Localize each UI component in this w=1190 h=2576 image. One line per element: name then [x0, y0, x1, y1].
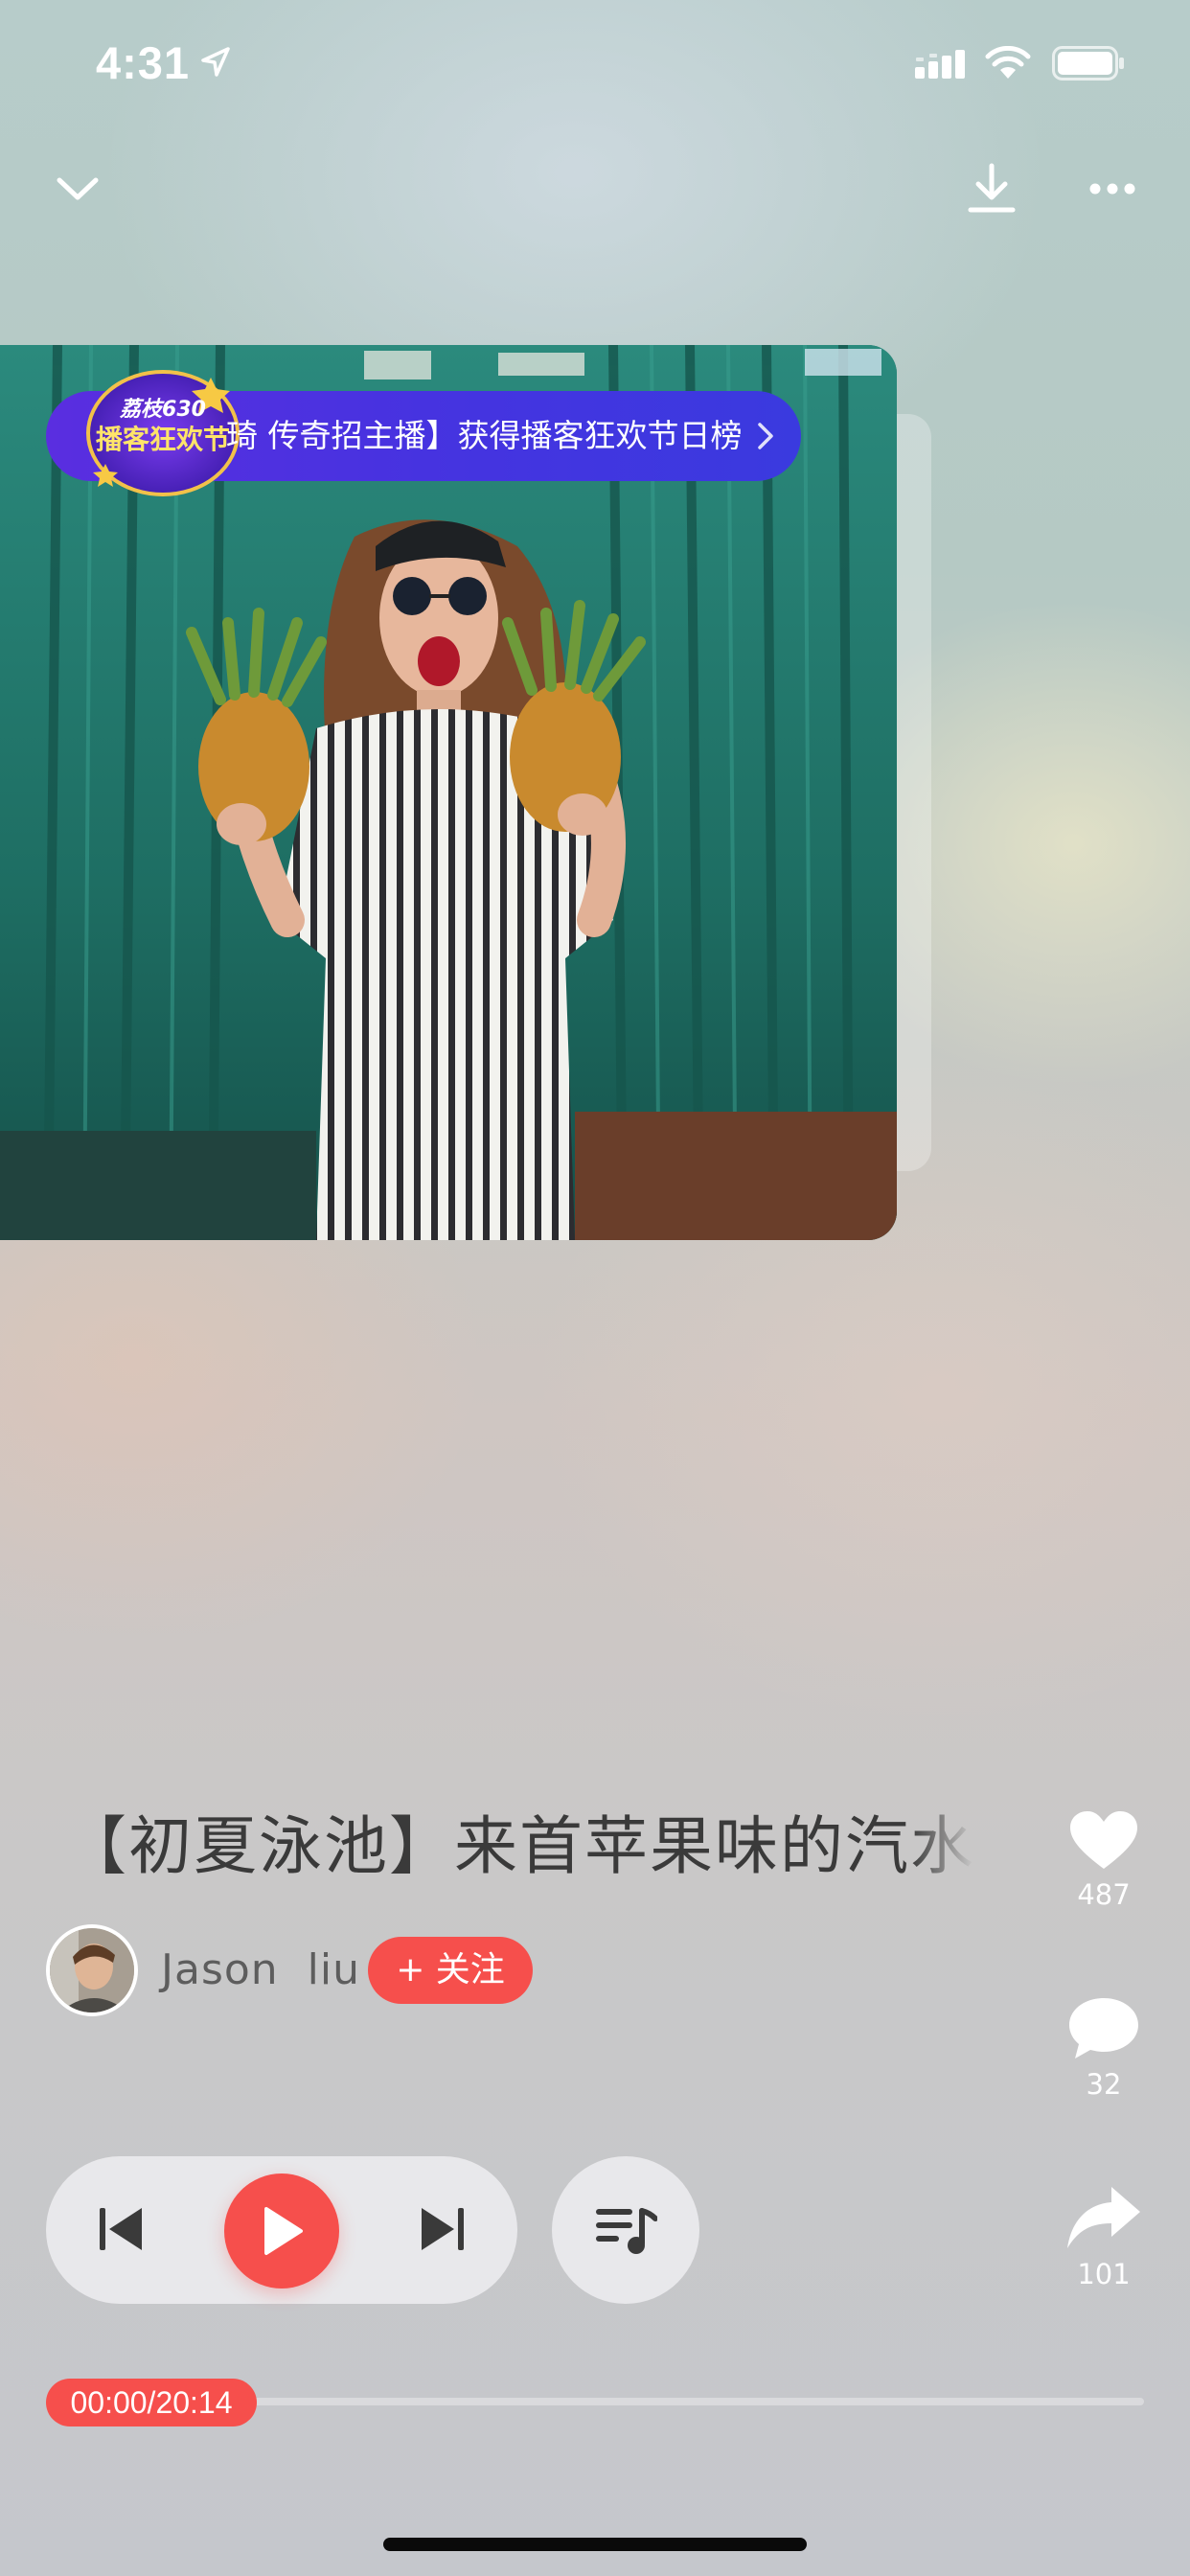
- badge-line1: 荔枝630: [119, 398, 206, 422]
- comment-button[interactable]: 32: [1046, 1995, 1161, 2101]
- badge-line2: 播客狂欢节: [96, 424, 230, 455]
- progress-time[interactable]: 00:00/20:14: [46, 2379, 257, 2426]
- like-button[interactable]: 487: [1046, 1809, 1161, 1911]
- previous-track-icon[interactable]: [88, 2195, 155, 2264]
- wifi-icon: [985, 46, 1031, 79]
- follow-button[interactable]: + 关注: [368, 1937, 533, 2004]
- author-name[interactable]: Jason liu: [161, 1936, 360, 2005]
- heart-icon: [1070, 1811, 1137, 1869]
- next-track-icon[interactable]: [408, 2195, 475, 2264]
- playlist-button[interactable]: [552, 2156, 699, 2304]
- collapse-button[interactable]: [34, 146, 121, 232]
- status-time: 4:31: [96, 37, 191, 88]
- comment-count: 32: [1086, 2068, 1122, 2101]
- like-count: 487: [1077, 1878, 1131, 1911]
- more-icon: [1089, 183, 1135, 195]
- share-icon: [1067, 2187, 1140, 2248]
- avatar[interactable]: [46, 1924, 138, 2016]
- download-icon: [968, 163, 1016, 213]
- avatar-image: [50, 1928, 134, 2012]
- progress-track[interactable]: [249, 2398, 1144, 2405]
- promo-text: 琦 传奇招主播】获得播客狂欢节日榜: [226, 417, 743, 454]
- more-button[interactable]: [1069, 146, 1156, 232]
- promo-banner[interactable]: 荔枝630 播客狂欢节 琦 传奇招主播】获得播客狂欢节日榜: [46, 370, 801, 496]
- home-indicator[interactable]: [383, 2538, 807, 2551]
- playlist-icon: [596, 2208, 657, 2254]
- cellular-signal-icon: [915, 50, 965, 79]
- play-icon: [264, 2207, 303, 2255]
- battery-icon: [1052, 46, 1124, 80]
- location-arrow-icon: [201, 47, 230, 77]
- share-count: 101: [1077, 2258, 1131, 2290]
- comment-icon: [1069, 1998, 1138, 2058]
- status-bar: 4:31: [0, 0, 1190, 126]
- share-button[interactable]: 101: [1046, 2185, 1161, 2290]
- chevron-right-icon: [758, 423, 773, 449]
- episode-title: 【初夏泳池】来首苹果味的汽水: [63, 1809, 973, 1883]
- chevron-down-icon: [57, 177, 99, 200]
- play-button[interactable]: [224, 2174, 339, 2288]
- download-button[interactable]: [949, 146, 1035, 232]
